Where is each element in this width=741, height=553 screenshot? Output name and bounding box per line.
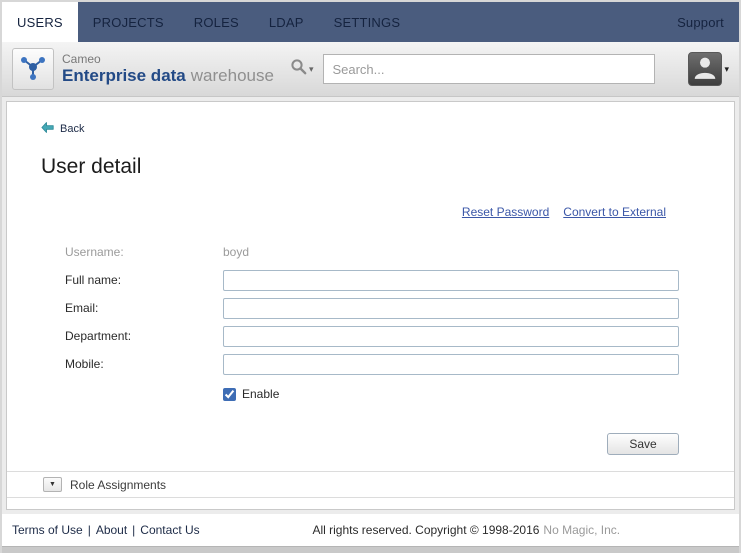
back-link[interactable]: Back xyxy=(60,123,84,135)
app-window: USERS PROJECTS ROLES LDAP SETTINGS Suppo… xyxy=(0,0,741,553)
tab-roles[interactable]: ROLES xyxy=(179,2,254,42)
footer-links: Terms of Use | About | Contact Us xyxy=(12,523,200,537)
footer-separator: | xyxy=(83,523,96,537)
page-title: User detail xyxy=(41,155,734,179)
department-input[interactable] xyxy=(223,326,679,347)
brand-cameo: Cameo xyxy=(62,53,274,66)
role-assignments-section[interactable]: ▼ Role Assignments xyxy=(7,471,734,498)
app-logo[interactable] xyxy=(12,48,54,90)
terms-of-use-link[interactable]: Terms of Use xyxy=(12,523,83,537)
role-assignments-label: Role Assignments xyxy=(70,478,166,492)
triangle-down-icon: ▼ xyxy=(49,481,56,488)
username-row: Username: boyd xyxy=(65,241,734,263)
content-area: Back User detail Reset Password Convert … xyxy=(2,97,739,514)
username-label: Username: xyxy=(65,245,223,259)
email-input[interactable] xyxy=(223,298,679,319)
mobile-label: Mobile: xyxy=(65,357,223,371)
user-detail-form: Username: boyd Full name: Email: Departm… xyxy=(7,241,734,455)
email-row: Email: xyxy=(65,297,734,319)
department-label: Department: xyxy=(65,329,223,343)
save-row: Save xyxy=(223,433,679,455)
action-links-row: Reset Password Convert to External xyxy=(7,205,666,219)
copyright-text: All rights reserved. Copyright © 1998-20… xyxy=(312,523,620,537)
search-icon[interactable] xyxy=(290,58,307,80)
enable-checkbox[interactable] xyxy=(223,388,236,401)
tab-projects[interactable]: PROJECTS xyxy=(78,2,179,42)
mobile-row: Mobile: xyxy=(65,353,734,375)
full-name-input[interactable] xyxy=(223,270,679,291)
enable-row: Enable xyxy=(65,383,734,405)
app-header: Cameo Enterprise data warehouse ▾ xyxy=(2,42,739,97)
app-footer: Terms of Use | About | Contact Us All ri… xyxy=(2,514,739,546)
tab-settings[interactable]: SETTINGS xyxy=(319,2,416,42)
user-detail-panel: Back User detail Reset Password Convert … xyxy=(6,101,735,510)
copyright-company: No Magic, Inc. xyxy=(543,523,620,537)
about-link[interactable]: About xyxy=(96,523,127,537)
contact-us-link[interactable]: Contact Us xyxy=(140,523,199,537)
convert-to-external-link[interactable]: Convert to External xyxy=(563,205,666,219)
search-group: ▾ xyxy=(290,54,656,84)
window-bottom-edge xyxy=(2,546,739,553)
brand-enterprise-data: Enterprise data xyxy=(62,66,186,85)
mobile-input[interactable] xyxy=(223,354,679,375)
brand-text: Cameo Enterprise data warehouse xyxy=(62,53,274,85)
copyright-main: All rights reserved. Copyright © 1998-20… xyxy=(312,523,539,537)
tab-users[interactable]: USERS xyxy=(2,2,78,42)
email-label: Email: xyxy=(65,301,223,315)
user-avatar[interactable] xyxy=(688,52,722,86)
brand-product: Enterprise data warehouse xyxy=(62,66,274,85)
brand-warehouse: warehouse xyxy=(191,66,274,85)
footer-separator: | xyxy=(127,523,140,537)
enable-label: Enable xyxy=(242,387,279,401)
search-scope-chevron-icon[interactable]: ▾ xyxy=(309,64,314,75)
tab-ldap[interactable]: LDAP xyxy=(254,2,319,42)
support-link[interactable]: Support xyxy=(662,2,739,42)
save-button[interactable]: Save xyxy=(607,433,679,455)
full-name-label: Full name: xyxy=(65,273,223,287)
full-name-row: Full name: xyxy=(65,269,734,291)
person-icon xyxy=(692,54,718,85)
department-row: Department: xyxy=(65,325,734,347)
role-assignments-toggle-button[interactable]: ▼ xyxy=(43,477,62,492)
back-arrow-icon xyxy=(41,120,54,138)
user-menu: ▾ xyxy=(688,52,729,86)
network-logo-icon xyxy=(18,52,48,87)
user-menu-chevron-icon[interactable]: ▾ xyxy=(724,64,729,75)
search-input[interactable] xyxy=(323,54,655,84)
username-value: boyd xyxy=(223,245,249,259)
top-navbar: USERS PROJECTS ROLES LDAP SETTINGS Suppo… xyxy=(2,2,739,42)
back-row: Back xyxy=(41,120,734,138)
reset-password-link[interactable]: Reset Password xyxy=(462,205,549,219)
